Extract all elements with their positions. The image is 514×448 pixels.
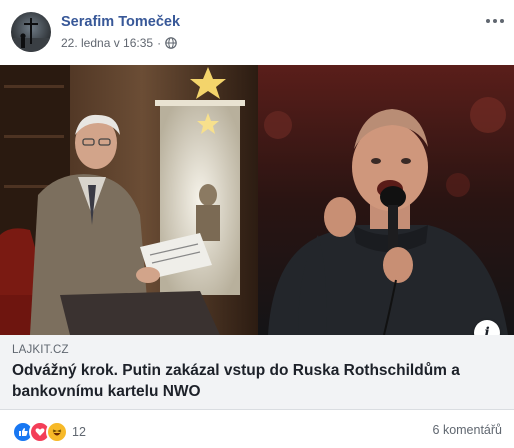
more-dot	[500, 19, 504, 23]
globe-icon[interactable]	[165, 37, 177, 49]
reaction-count: 12	[72, 425, 86, 439]
reactions-summary[interactable]: 12	[12, 421, 86, 443]
haha-icon	[46, 421, 68, 443]
heart-glyph	[35, 428, 45, 436]
feed-post: Serafim Tomeček 22. ledna v 16:35 · i LA…	[0, 0, 514, 448]
link-domain: LAJKIT.CZ	[12, 344, 69, 356]
more-dot	[486, 19, 490, 23]
laugh-glyph	[52, 429, 62, 436]
author-avatar[interactable]	[11, 12, 51, 52]
right-photo	[258, 65, 514, 335]
link-preview-image[interactable]	[0, 65, 514, 335]
post-timestamp[interactable]: 22. ledna v 16:35	[61, 36, 153, 50]
comments-count[interactable]: 6 komentářů	[433, 423, 502, 437]
avatar-photo	[11, 18, 51, 52]
left-photo	[0, 65, 258, 335]
thumb-glyph	[19, 428, 28, 436]
more-dot	[493, 19, 497, 23]
more-options-icon[interactable]	[484, 12, 506, 30]
post-meta: 22. ledna v 16:35 ·	[61, 36, 177, 50]
link-headline[interactable]: Odvážný krok. Putin zakázal vstup do Rus…	[12, 360, 502, 402]
meta-separator: ·	[157, 36, 162, 50]
author-name[interactable]: Serafim Tomeček	[61, 14, 180, 30]
